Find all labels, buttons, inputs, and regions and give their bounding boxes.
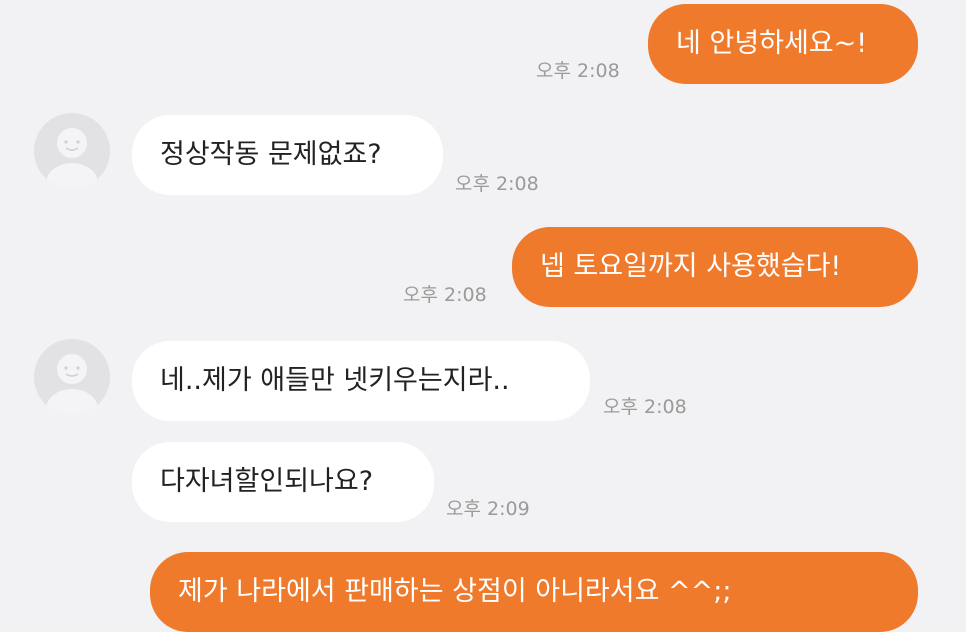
message-bubble-incoming[interactable]: 정상작동 문제없죠? <box>132 115 443 195</box>
message-bubble-outgoing[interactable]: 넵 토요일까지 사용했습다! <box>512 227 918 307</box>
default-profile-icon <box>46 354 98 415</box>
message-timestamp: 오후 2:08 <box>603 396 687 418</box>
message-bubble-outgoing[interactable]: 네 안녕하세요~! <box>648 4 918 84</box>
default-profile-icon <box>46 128 98 189</box>
message-timestamp: 오후 2:08 <box>403 284 487 306</box>
message-bubble-outgoing[interactable]: 제가 나라에서 판매하는 상점이 아니라서요 ^^;; <box>150 552 918 632</box>
sender-avatar[interactable] <box>34 339 110 415</box>
message-bubble-incoming[interactable]: 다자녀할인되나요? <box>132 442 434 522</box>
message-timestamp: 오후 2:08 <box>536 60 620 82</box>
message-timestamp: 오후 2:09 <box>446 498 530 520</box>
message-bubble-incoming[interactable]: 네..제가 애들만 넷키우는지라.. <box>132 341 590 421</box>
sender-avatar[interactable] <box>34 113 110 189</box>
message-timestamp: 오후 2:08 <box>455 173 539 195</box>
chat-thread: 네 안녕하세요~! 오후 2:08 정상작동 문제없죠? 오후 2:08 넵 토… <box>0 0 966 632</box>
